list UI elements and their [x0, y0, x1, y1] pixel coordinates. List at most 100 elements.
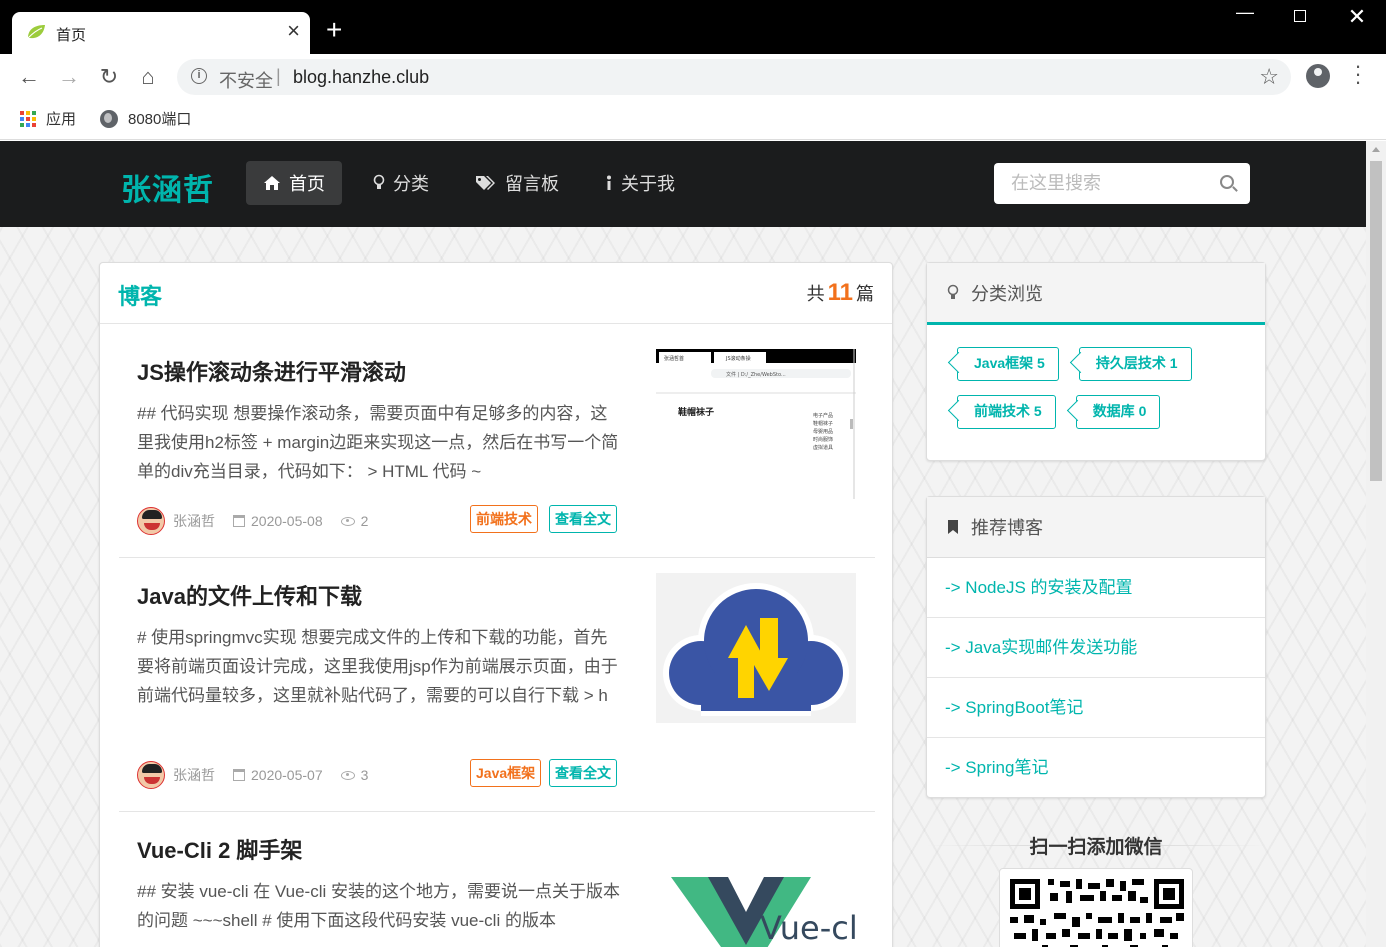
author-avatar [137, 507, 165, 535]
maximize-button[interactable] [1280, 4, 1320, 27]
thumb-heading: 鞋帽袜子 [678, 406, 714, 418]
info-icon[interactable]: i [191, 68, 207, 84]
blog-list-title: 博客 [118, 284, 163, 309]
calendar-icon [233, 515, 245, 527]
recommend-card-header: 推荐博客 [927, 497, 1265, 558]
thumb-list-2: 母婴用品 [813, 429, 833, 435]
category-label[interactable]: 前端技术 5 [957, 395, 1056, 429]
recommend-link[interactable]: -> SpringBoot笔记 [927, 678, 1265, 738]
lightbulb-icon [947, 284, 959, 299]
back-arrow-icon[interactable]: ← [14, 62, 44, 92]
apps-grid-icon [20, 110, 36, 127]
post-excerpt: ## 代码实现 想要操作滚动条，需要页面中有足够多的内容，这里我使用h2标签 +… [137, 404, 619, 481]
recommend-link[interactable]: -> NodeJS 的安装及配置 [927, 558, 1265, 618]
lightbulb-icon [373, 174, 385, 189]
home-icon[interactable]: ⌂ [133, 62, 163, 92]
blog-list-card: 博客 共 11 篇 JS操作滚动条进行平滑滚动 ## 代码实现 想要操作滚动条，需要… [99, 262, 893, 947]
reload-icon[interactable]: ↻ [94, 62, 124, 92]
category-labels: Java框架 5 持久层技术 1 前端技术 5 数据库 0 [927, 325, 1227, 429]
tab-title: 首页 [56, 27, 87, 44]
browser-tab[interactable]: 首页 × [12, 12, 310, 54]
post-title[interactable]: Vue-Cli 2 脚手架 [137, 833, 302, 865]
post-thumbnail[interactable] [656, 573, 856, 723]
post-excerpt: ## 安装 vue-cli 在 Vue-cli 安装的这个地方，需要说一点关于版… [137, 882, 620, 930]
category-card-title: 分类浏览 [971, 283, 1043, 304]
nav-item-about[interactable]: 关于我 [588, 161, 692, 205]
address-bar[interactable]: i 不安全 | blog.hanzhe.club ☆ [177, 59, 1291, 95]
read-more-button[interactable]: 查看全文 [549, 759, 617, 787]
eye-icon [340, 516, 355, 526]
bookmark-label: 8080端口 [128, 111, 192, 128]
thumb-list-3: 时尚服饰 [813, 436, 833, 443]
post-author[interactable]: 张涵哲 [173, 511, 215, 531]
maximize-icon [1294, 10, 1306, 22]
recommend-card: 推荐博客 -> NodeJS 的安装及配置 -> Java实现邮件发送功能 ->… [926, 496, 1266, 798]
site-logo[interactable]: 张涵哲 [121, 165, 214, 209]
nav-label: 分类 [393, 174, 429, 194]
recommend-card-title: 推荐博客 [971, 518, 1043, 538]
tab-close-icon[interactable]: × [287, 20, 300, 42]
url-text[interactable]: blog.hanzhe.club [293, 67, 429, 88]
post-author[interactable]: 张涵哲 [173, 765, 215, 785]
tags-icon [476, 176, 495, 190]
minimize-button[interactable]: — [1225, 2, 1265, 23]
thumb-url: 文件 | D:/_Zhe/WebSto... [726, 371, 786, 378]
blog-list-header: 博客 共 11 篇 [100, 263, 892, 324]
search-input[interactable] [994, 163, 1214, 204]
calendar-icon [233, 769, 245, 781]
post-title[interactable]: JS操作滚动条进行平滑滚动 [137, 355, 406, 387]
post-date: 2020-05-08 [233, 513, 323, 529]
author-avatar [137, 761, 165, 789]
forward-arrow-icon[interactable]: → [54, 62, 84, 92]
recommend-link[interactable]: -> Spring笔记 [927, 738, 1265, 798]
post-item: Java的文件上传和下载 # 使用springmvc实现 想要完成文件的上传和下… [119, 573, 875, 812]
blog-count: 共 11 篇 [806, 279, 874, 306]
browser-tab-bar: 首页 × + — ✕ [0, 0, 1386, 54]
bookmarks-bar: 应用 8080端口 [0, 100, 1386, 140]
post-item: Vue-Cli 2 脚手架 ## 安装 vue-cli 在 Vue-cli 安装… [119, 833, 875, 947]
bookmark-label: 应用 [46, 111, 77, 128]
post-thumbnail[interactable]: 张涵哲首 JS滚动条操 文件 | D:/_Zhe/WebSto... 鞋帽袜子 … [656, 349, 856, 499]
eye-icon [340, 770, 355, 780]
site-search [994, 163, 1250, 204]
browser-toolbar: ← → ↻ ⌂ i 不安全 | blog.hanzhe.club ☆ [0, 54, 1386, 100]
thumb-list-1: 鞋帽袜子 [813, 420, 833, 427]
spring-leaf-icon [27, 25, 45, 39]
thumb-list-4: 虚拟道具 [813, 444, 833, 451]
category-label[interactable]: Java框架 5 [957, 347, 1059, 381]
wechat-qr-code [999, 868, 1193, 947]
new-tab-button[interactable]: + [326, 16, 342, 44]
thumb-tab2: JS滚动条操 [725, 355, 751, 362]
browser-screenshot-thumbnail: 张涵哲首 JS滚动条操 文件 | D:/_Zhe/WebSto... 鞋帽袜子 … [656, 349, 856, 499]
bookmark-8080[interactable]: 8080端口 [100, 108, 191, 129]
search-icon[interactable] [1220, 175, 1234, 189]
post-category-tag[interactable]: 前端技术 [470, 505, 538, 533]
post-title[interactable]: Java的文件上传和下载 [137, 579, 362, 611]
nav-item-home[interactable]: 首页 [246, 161, 342, 205]
security-label: 不安全 [219, 71, 273, 91]
page-scrollbar[interactable] [1366, 141, 1386, 947]
post-meta: 张涵哲 2020-05-07 3 [137, 761, 386, 789]
scrollbar-thumb[interactable] [1370, 161, 1382, 481]
wechat-title: 扫一扫添加微信 [1029, 837, 1163, 858]
profile-avatar-icon[interactable] [1306, 64, 1330, 88]
post-views: 2 [340, 513, 368, 529]
bookmark-apps[interactable]: 应用 [20, 108, 76, 129]
post-category-tag[interactable]: Java框架 [470, 759, 542, 787]
category-label[interactable]: 持久层技术 1 [1078, 347, 1192, 381]
scroll-up-arrow-icon[interactable] [1372, 147, 1380, 152]
category-card: 分类浏览 Java框架 5 持久层技术 1 前端技术 5 数据库 0 [926, 262, 1266, 461]
nav-label: 留言板 [505, 174, 559, 194]
post-thumbnail[interactable]: Vue-cli [656, 857, 856, 947]
site-navbar: 张涵哲 首页 分类 留言板 关于我 [0, 141, 1366, 227]
category-label[interactable]: 数据库 0 [1075, 395, 1161, 429]
nav-item-message-board[interactable]: 留言板 [458, 161, 576, 205]
nav-item-category[interactable]: 分类 [356, 161, 446, 205]
close-window-button[interactable]: ✕ [1337, 4, 1377, 30]
bookmark-star-icon[interactable]: ☆ [1259, 64, 1279, 90]
post-date: 2020-05-07 [233, 767, 323, 783]
post-views: 3 [340, 767, 368, 783]
browser-menu-icon[interactable]: · · · [1350, 55, 1366, 93]
recommend-link[interactable]: -> Java实现邮件发送功能 [927, 618, 1265, 678]
read-more-button[interactable]: 查看全文 [549, 505, 617, 533]
